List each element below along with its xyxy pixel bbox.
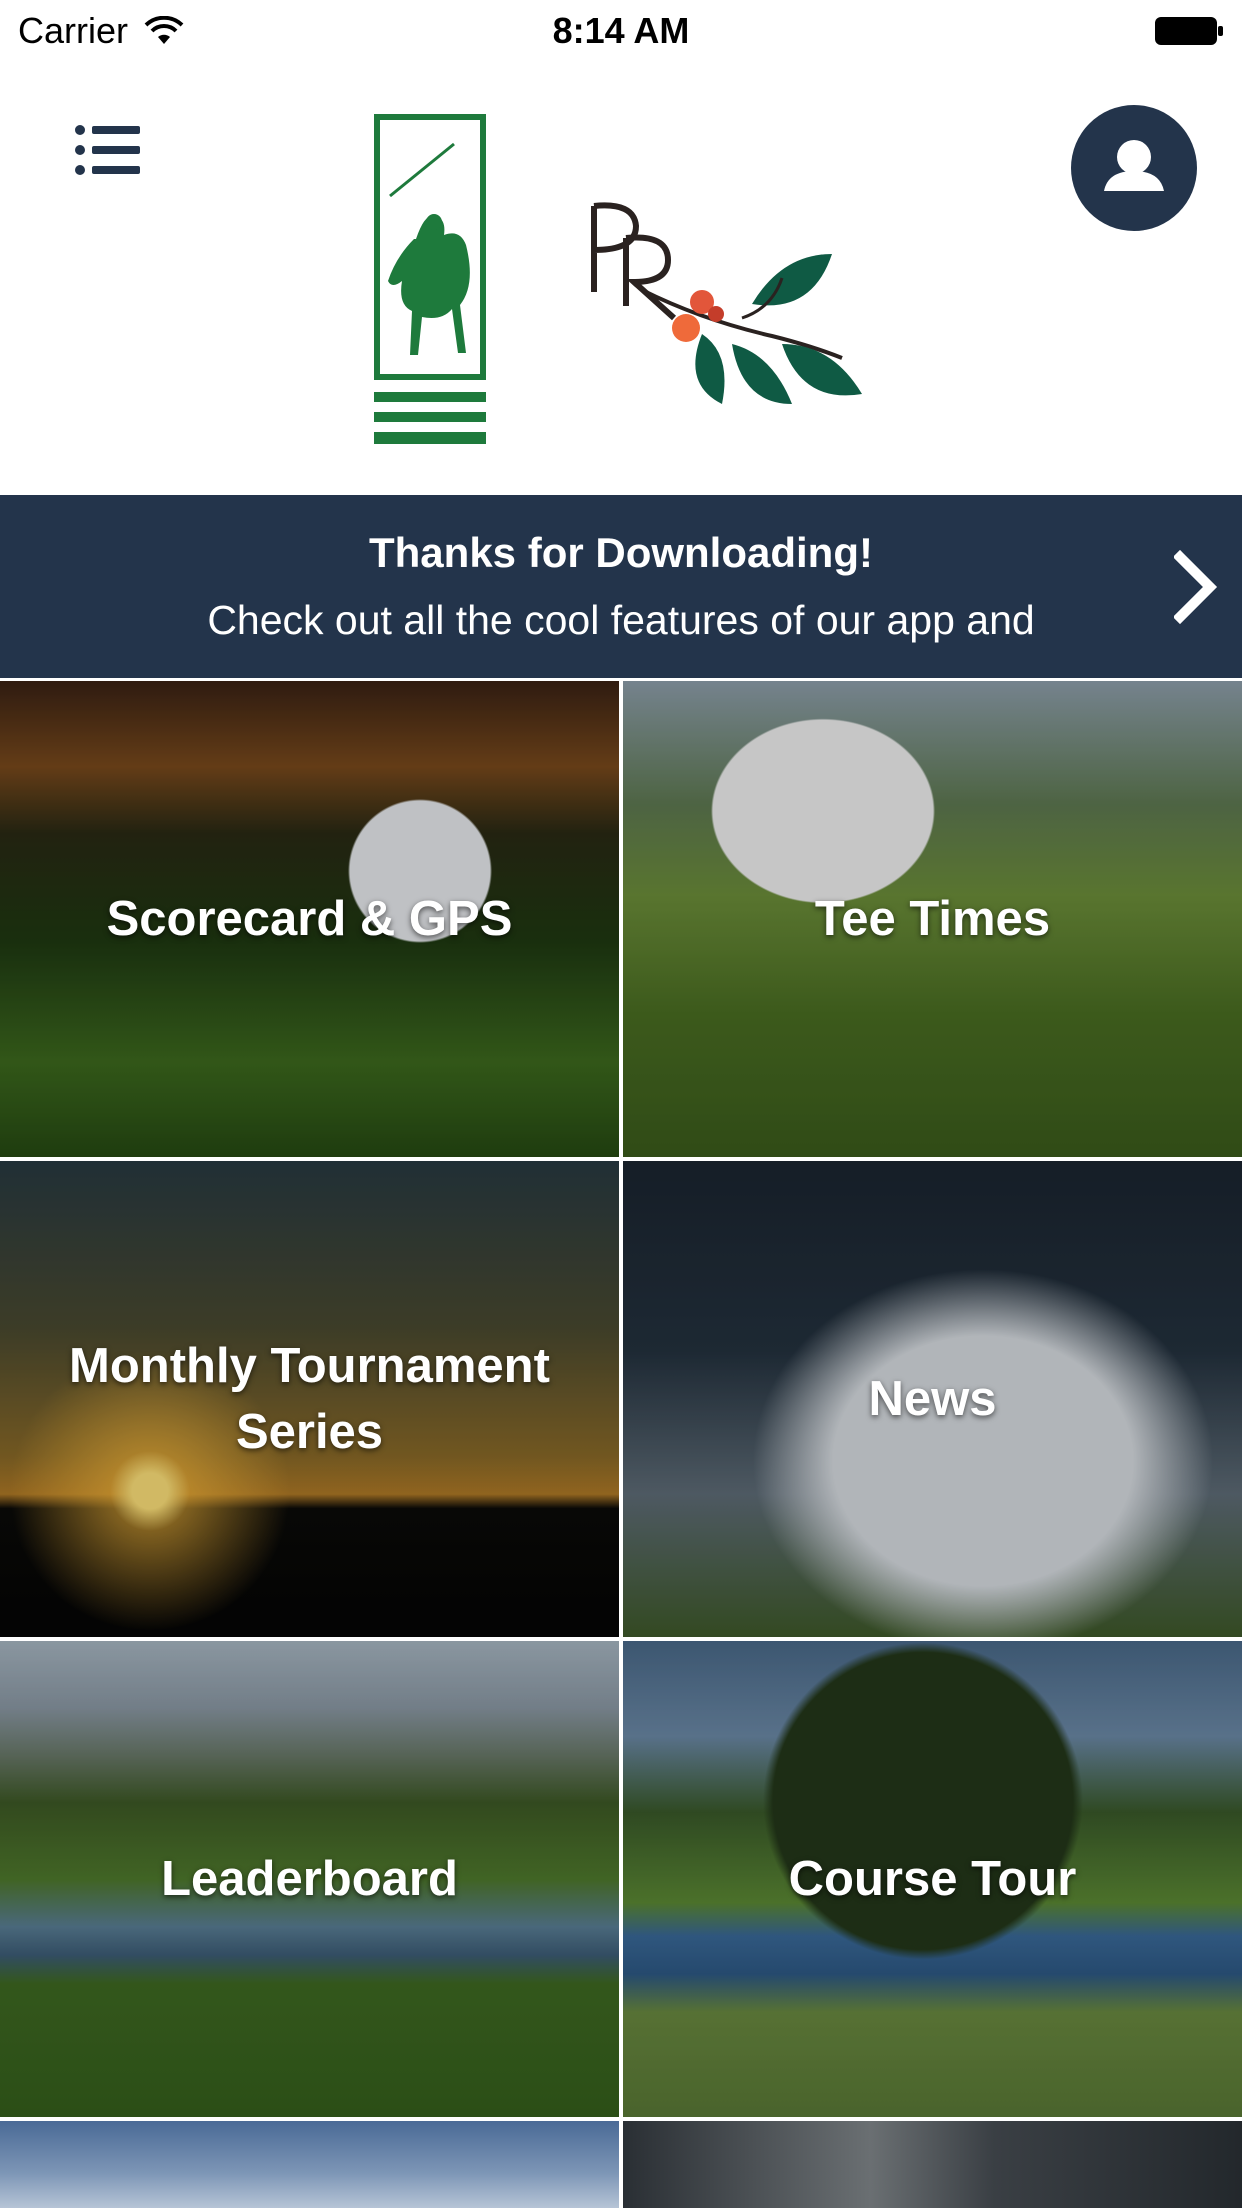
list-icon[interactable] (70, 116, 146, 192)
tile-more-right[interactable] (623, 2121, 1242, 2208)
profile-button[interactable] (1071, 105, 1197, 231)
tile-label: Tee Times (814, 892, 1051, 946)
partial-sky-photo (0, 2121, 619, 2208)
tile-more-left[interactable] (0, 2121, 619, 2208)
tile-leaderboard[interactable]: Leaderboard (0, 1641, 619, 2117)
banner-title: Thanks for Downloading! (369, 529, 873, 576)
app-header (0, 62, 1242, 495)
tile-label: Course Tour (788, 1852, 1077, 1906)
feature-grid: Scorecard & GPS Tee Times Monthly Tourna… (0, 678, 1242, 2208)
battery-icon (1155, 17, 1223, 45)
banner-text: Check out all the cool features of our a… (207, 597, 1035, 643)
monogram-logo (591, 202, 862, 404)
partial-golfer-photo (623, 2121, 1242, 2208)
tile-scorecard-gps[interactable]: Scorecard & GPS (0, 681, 619, 1157)
status-time: 8:14 AM (552, 10, 690, 51)
tile-course-tour[interactable]: Course Tour (623, 1641, 1242, 2117)
tile-label: Scorecard & GPS (106, 892, 513, 946)
chevron-right-icon (1174, 549, 1218, 625)
tile-label: News (868, 1372, 997, 1426)
polo-club-logo (374, 114, 486, 444)
tile-label: Monthly Tournament Series (69, 1339, 550, 1459)
tile-news[interactable]: News (623, 1161, 1242, 1637)
welcome-banner[interactable]: Thanks for Downloading! Check out all th… (0, 495, 1242, 678)
tile-label: Leaderboard (161, 1852, 458, 1906)
tile-monthly-tournament[interactable]: Monthly Tournament Series (0, 1161, 619, 1637)
tile-tee-times[interactable]: Tee Times (623, 681, 1242, 1157)
person-icon (1104, 140, 1164, 191)
status-bar: Carrier 8:14 AM (0, 0, 1242, 62)
